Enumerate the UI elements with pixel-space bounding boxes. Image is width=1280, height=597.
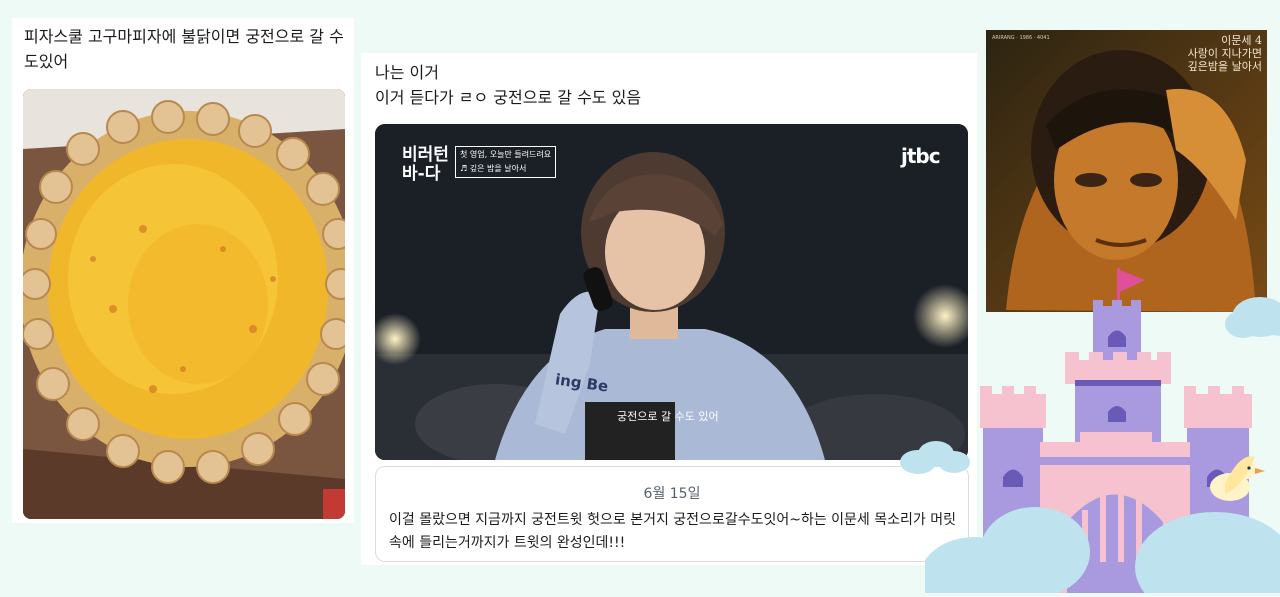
post-text: 피자스쿨 고구마피자에 불닭이면 궁전으로 갈 수도있어: [24, 27, 344, 71]
album-text: 이문세 4 사랑이 지나가면 깊은밤을 날아서: [1188, 34, 1262, 73]
castle-illustration: [905, 262, 1280, 597]
post-card-tweet[interactable]: 나는 이거 이거 듣다가 ㄹㅇ 궁전으로 갈 수도 있음 비러턴 바-다 첫 영…: [361, 53, 977, 565]
video-caption-box: 첫 영업, 오늘만 들려드려요 ♬ 깊은 밤을 날아서: [455, 146, 557, 178]
video-thumbnail[interactable]: 비러턴 바-다 첫 영업, 오늘만 들려드려요 ♬ 깊은 밤을 날아서 jtbc…: [375, 124, 968, 460]
post-line-2: 이거 듣다가 ㄹㅇ 궁전으로 갈 수도 있음: [375, 88, 642, 107]
quote-text: 이걸 몰랐으면 지금까지 궁전트윗 헛으로 본거지 궁전으로갈수도잇어~하는 이…: [389, 512, 956, 551]
pizza-photo-icon: [23, 89, 345, 519]
jtbc-logo: jtbc: [901, 144, 941, 168]
album-track-2: 깊은밤을 날아서: [1187, 60, 1262, 73]
pizza-image[interactable]: [23, 89, 345, 519]
album-track-1: 사랑이 지나가면: [1187, 47, 1262, 60]
album-artist: 이문세 4: [1221, 34, 1262, 47]
video-subtitle: 궁전으로 갈 수도 있어: [617, 410, 719, 423]
post-card-pizza[interactable]: 피자스쿨 고구마피자에 불닭이면 궁전으로 갈 수도있어: [12, 18, 354, 523]
castle-icon: [905, 268, 1280, 597]
post-text: 나는 이거 이거 듣다가 ㄹㅇ 궁전으로 갈 수도 있음: [375, 60, 955, 110]
show-logo: 비러턴 바-다: [402, 145, 449, 184]
album-tiny-label: ARIRANG · 1986 · 4041: [992, 35, 1050, 41]
post-line-1: 나는 이거: [375, 63, 439, 82]
quote-date: 6월 15일: [643, 486, 701, 502]
small-cloud-icon: [900, 441, 970, 474]
video-caption-line-1: 첫 영업, 오늘만 들려드려요: [460, 150, 552, 159]
quoted-tweet[interactable]: 6월 15일 이걸 몰랐으면 지금까지 궁전트윗 헛으로 본거지 궁전으로갈수도…: [375, 466, 969, 562]
video-caption-line-2: ♬ 깊은 밤을 날아서: [460, 164, 527, 173]
